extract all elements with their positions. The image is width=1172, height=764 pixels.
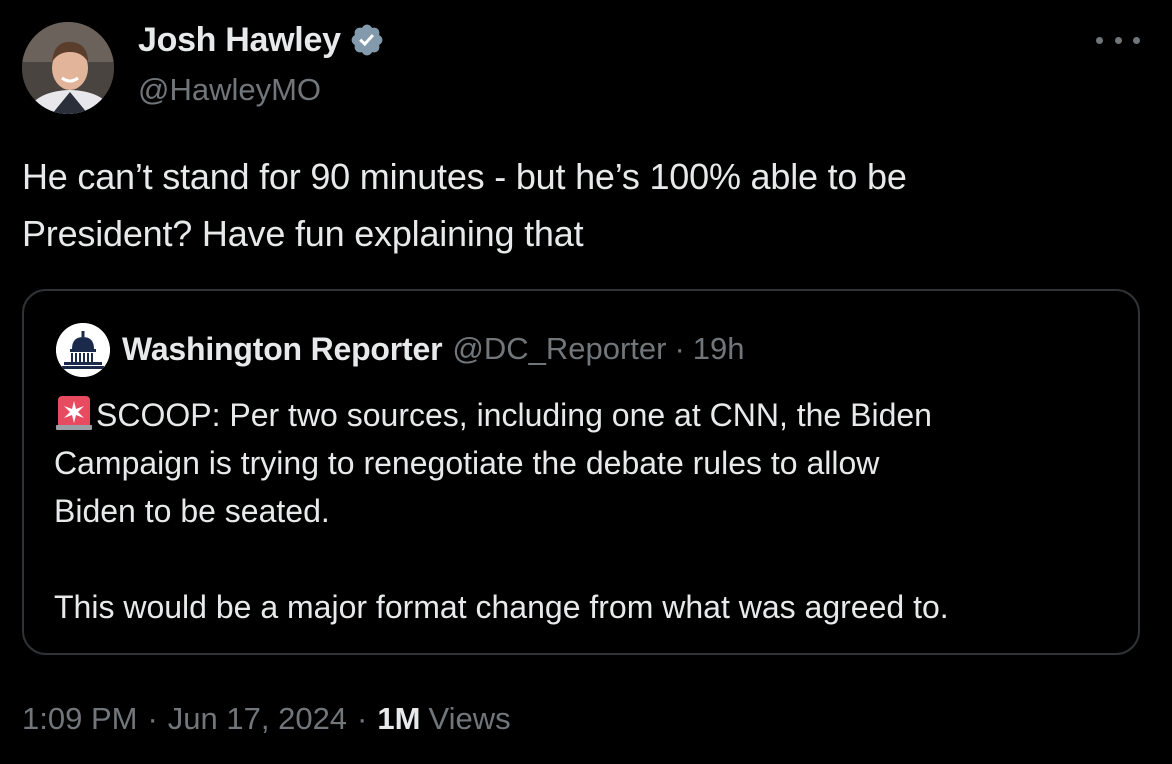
verified-badge-icon[interactable] <box>349 22 385 58</box>
police-siren-icon <box>54 392 94 432</box>
quote-header: Washington Reporter @DC_Reporter · 19h <box>122 327 745 371</box>
quote-author-handle[interactable]: @DC_Reporter <box>452 331 666 367</box>
quote-author-name[interactable]: Washington Reporter <box>122 331 443 368</box>
quote-text: SCOOP: Per two sources, including one at… <box>54 391 1114 631</box>
quote-text-line1: SCOOP: Per two sources, including one at… <box>96 397 932 433</box>
author-avatar[interactable] <box>22 22 114 114</box>
tweet-date[interactable]: Jun 17, 2024 <box>168 701 347 737</box>
tweet: Josh Hawley @HawleyMO He can’t stand for… <box>0 0 1172 764</box>
author-handle[interactable]: @HawleyMO <box>138 70 321 110</box>
quote-text-line: This would be a major format change from… <box>54 589 949 625</box>
tweet-meta: 1:09 PM · Jun 17, 2024 · 1M Views <box>22 696 511 742</box>
quote-text-line: Biden to be seated. <box>54 493 330 529</box>
tweet-text-line: President? Have fun explaining that <box>22 213 584 254</box>
tweet-time[interactable]: 1:09 PM <box>22 701 137 737</box>
meta-separator: · <box>357 701 368 736</box>
capitol-dome-icon[interactable] <box>56 323 110 377</box>
author-name[interactable]: Josh Hawley <box>138 18 385 62</box>
quote-separator: · <box>674 331 685 366</box>
views-label[interactable]: Views <box>428 701 510 737</box>
quote-text-line: Campaign is trying to renegotiate the de… <box>54 445 880 481</box>
more-options-icon[interactable] <box>1096 26 1140 54</box>
meta-separator: · <box>147 701 158 736</box>
quoted-tweet-card[interactable]: Washington Reporter @DC_Reporter · 19h S… <box>22 289 1140 655</box>
views-count[interactable]: 1M <box>377 701 420 737</box>
tweet-text-line: He can’t stand for 90 minutes - but he’s… <box>22 156 907 197</box>
tweet-text: He can’t stand for 90 minutes - but he’s… <box>22 148 1132 262</box>
quote-text-line: SCOOP: Per two sources, including one at… <box>54 391 1114 439</box>
author-name-text[interactable]: Josh Hawley <box>138 18 341 62</box>
quote-timestamp[interactable]: 19h <box>693 331 745 367</box>
